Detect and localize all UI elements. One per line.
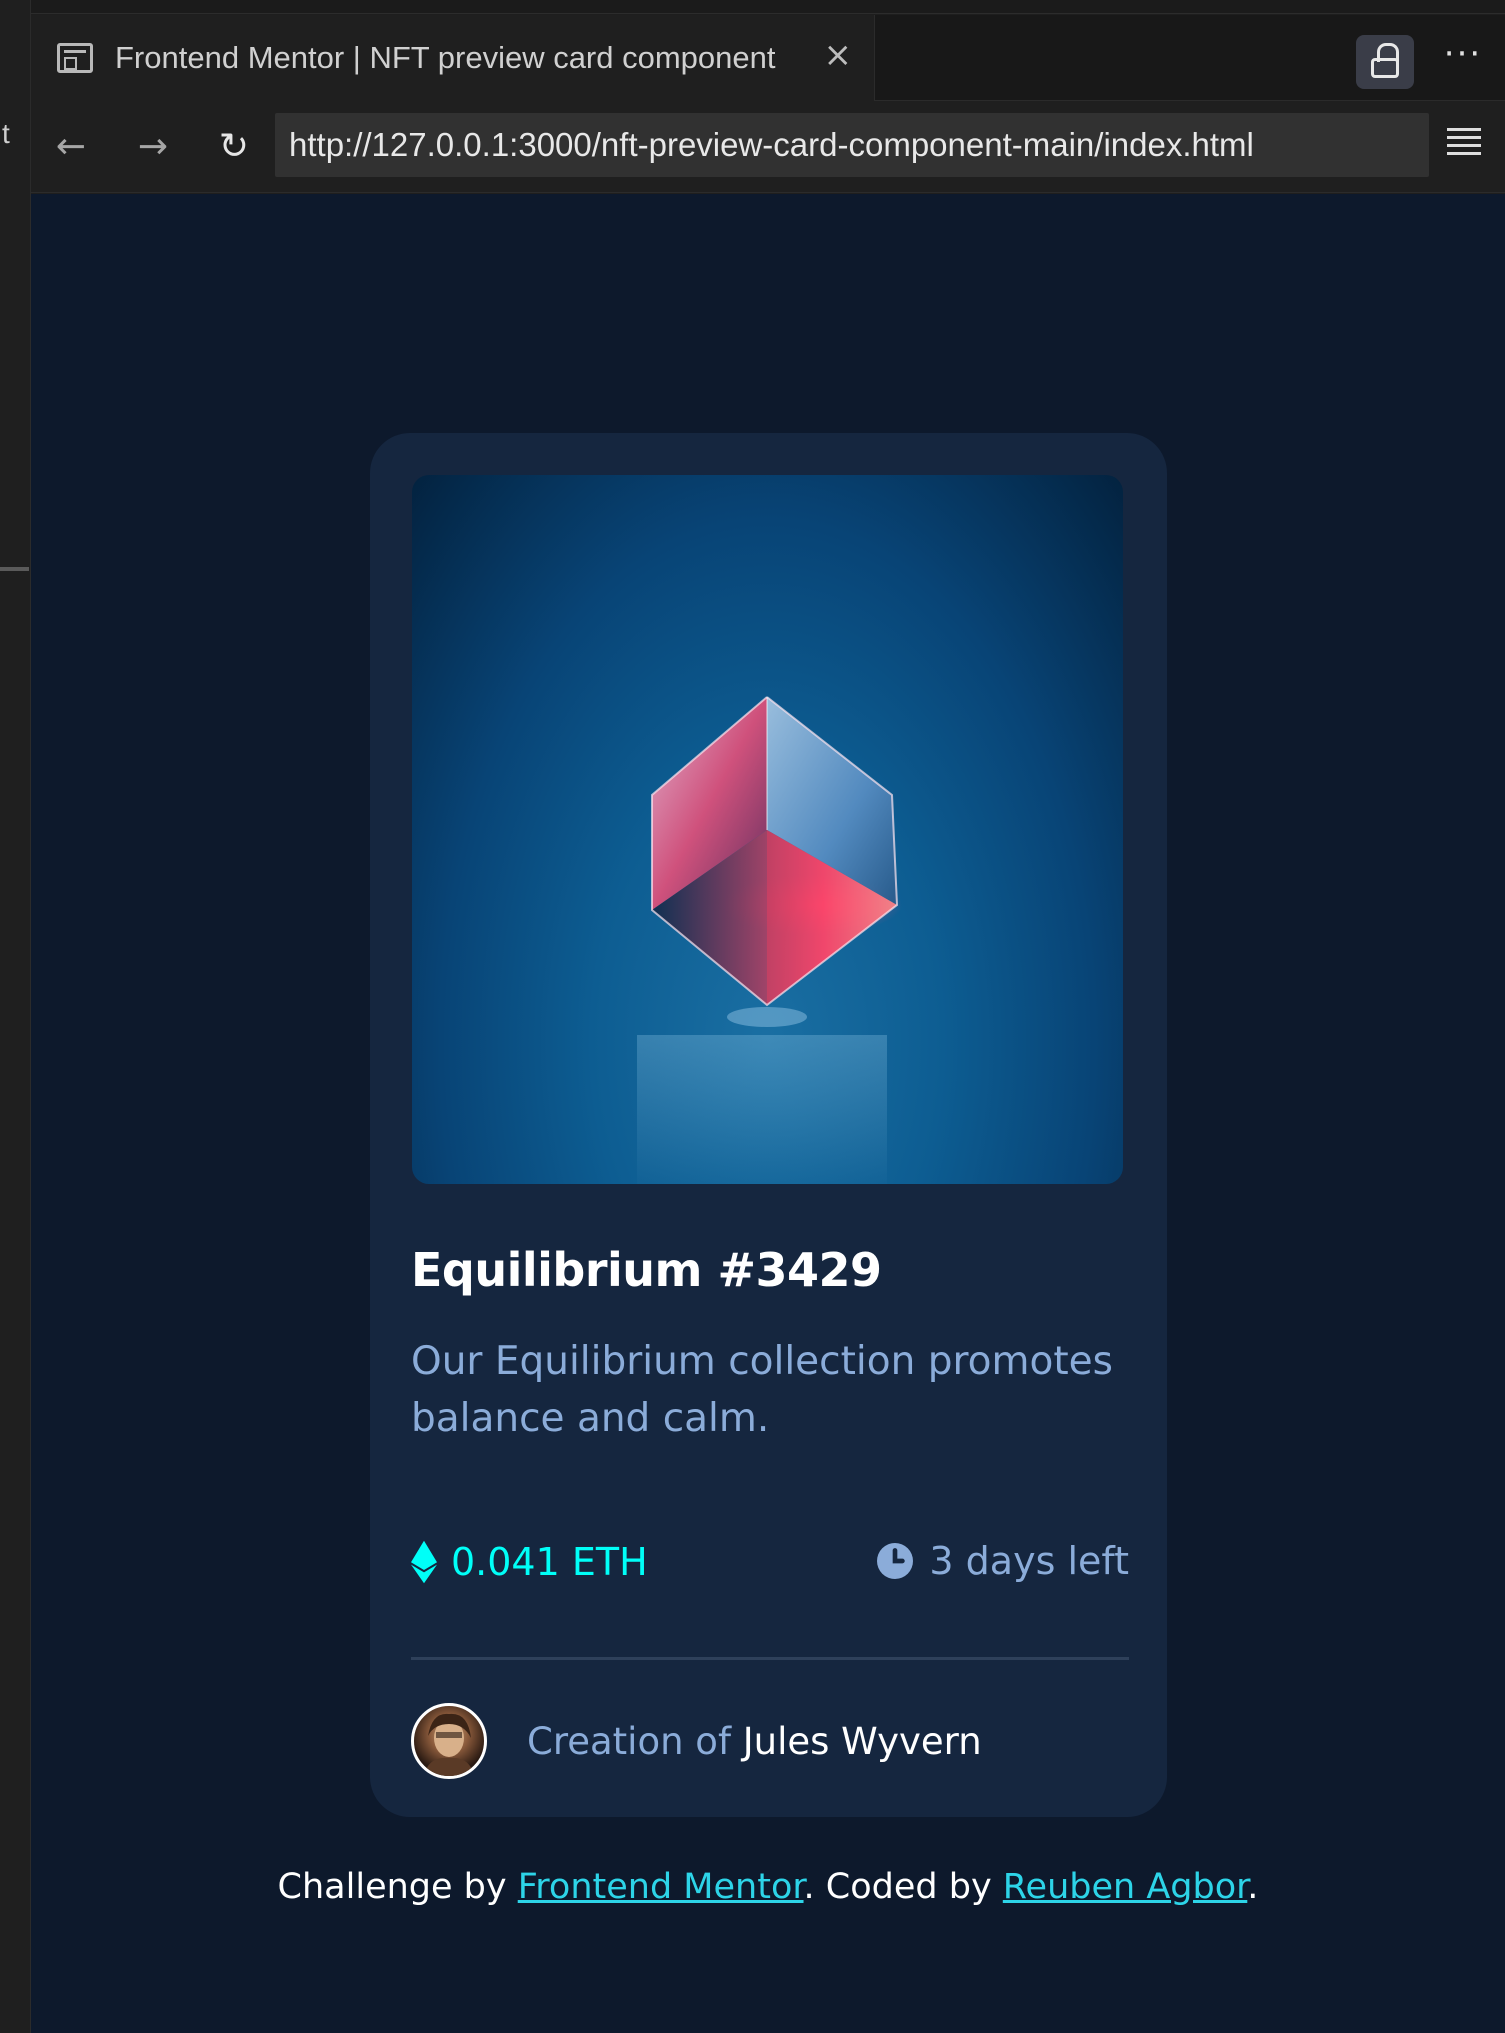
ethereum-icon — [411, 1540, 437, 1584]
address-bar: ← → ↻ — [31, 101, 1505, 193]
frontend-mentor-link[interactable]: Frontend Mentor — [518, 1867, 804, 1907]
window-top-edge — [31, 0, 1505, 14]
nft-description: Our Equilibrium collection promotes bala… — [411, 1339, 1113, 1441]
tab-preview[interactable]: Frontend Mentor | NFT preview card compo… — [31, 15, 875, 101]
back-button[interactable]: ← — [43, 119, 99, 175]
attribution-prefix: Challenge by — [277, 1867, 518, 1907]
nft-stats: 0.041 ETH 3 days left — [411, 1533, 1129, 1593]
editor-side-strip: t — [0, 0, 31, 2033]
hamburger-icon[interactable] — [1447, 128, 1481, 158]
crystal-cube-illustration — [637, 696, 902, 1184]
tab-title: Frontend Mentor | NFT preview card compo… — [115, 40, 776, 75]
close-icon[interactable]: × — [824, 37, 853, 73]
attribution-middle: . Coded by — [803, 1867, 1003, 1907]
author-link[interactable]: Reuben Agbor — [1003, 1867, 1248, 1907]
attribution: Challenge by Frontend Mentor. Coded by R… — [31, 1867, 1505, 1907]
page-viewport: Equilibrium #3429 Our Equilibrium collec… — [31, 194, 1505, 2033]
nft-image[interactable] — [412, 475, 1123, 1184]
forward-button[interactable]: → — [125, 119, 181, 175]
creator-name-link[interactable]: Jules Wyvern — [743, 1720, 982, 1763]
lock-icon — [1371, 43, 1399, 78]
avatar — [411, 1703, 487, 1779]
tab-bar: Frontend Mentor | NFT preview card compo… — [31, 15, 1505, 101]
reload-button[interactable]: ↻ — [206, 119, 262, 175]
creator-text: Creation of Jules Wyvern — [527, 1720, 982, 1763]
creator-row: Creation of Jules Wyvern — [411, 1703, 982, 1779]
price-value: 0.041 ETH — [451, 1540, 648, 1584]
nft-card: Equilibrium #3429 Our Equilibrium collec… — [370, 433, 1167, 1817]
divider — [411, 1657, 1129, 1660]
time-remaining: 3 days left — [877, 1539, 1129, 1583]
attribution-suffix: . — [1247, 1867, 1259, 1907]
edge-text: t — [2, 118, 10, 149]
creator-prefix: Creation of — [527, 1719, 743, 1763]
creator-portrait — [424, 1713, 474, 1776]
preview-page-icon — [57, 43, 93, 73]
time-left-value: 3 days left — [929, 1539, 1129, 1583]
url-input[interactable] — [275, 113, 1429, 177]
more-actions-button[interactable]: ··· — [1435, 35, 1491, 85]
clock-icon — [877, 1543, 914, 1579]
lock-button[interactable] — [1356, 35, 1414, 89]
panel-sash[interactable] — [0, 567, 29, 571]
nft-title[interactable]: Equilibrium #3429 — [411, 1243, 882, 1297]
price: 0.041 ETH — [411, 1539, 648, 1585]
